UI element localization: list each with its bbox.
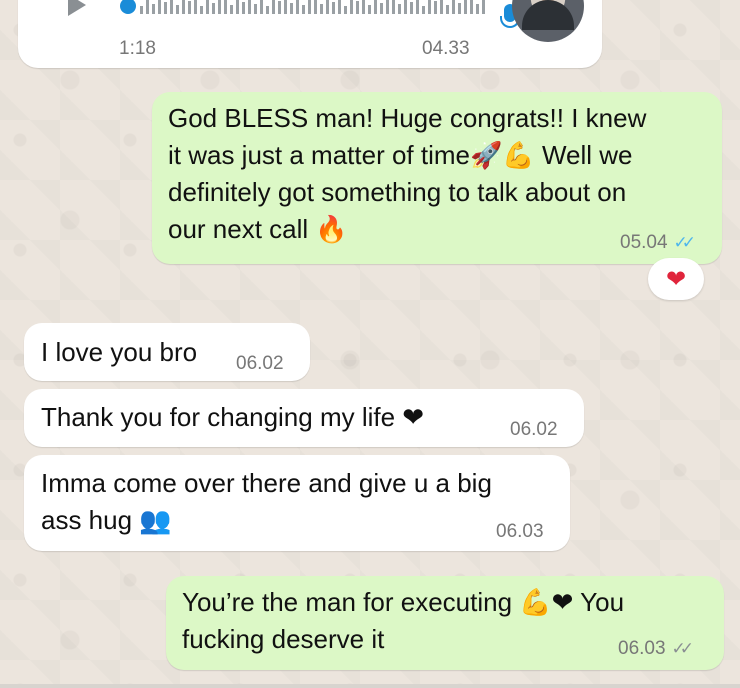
- message-timestamp: 06.03: [496, 521, 544, 542]
- incoming-message[interactable]: Thank you for changing my life ❤ 06.02: [24, 389, 584, 447]
- play-icon[interactable]: [68, 0, 86, 16]
- message-line: it was just a matter of time🚀💪 Well we: [168, 140, 633, 170]
- incoming-message[interactable]: I love you bro 06.02: [24, 323, 310, 381]
- voice-timestamp: 04.33: [422, 38, 470, 59]
- heart-reaction[interactable]: ❤: [648, 258, 704, 300]
- message-text: God BLESS man! Huge congrats!! I knew it…: [168, 100, 708, 248]
- message-timestamp: 06.02: [510, 419, 558, 440]
- voice-duration: 1:18: [119, 38, 156, 59]
- message-timestamp: 06.02: [236, 353, 284, 374]
- message-timestamp: 06.03 ✓✓: [618, 638, 694, 660]
- outgoing-message[interactable]: You’re the man for executing 💪❤ You fuck…: [166, 576, 724, 670]
- message-text: I love you bro: [41, 337, 198, 367]
- waveform[interactable]: [140, 0, 490, 16]
- avatar-body: [522, 0, 574, 30]
- message-text: Imma come over there and give u a big as…: [41, 465, 561, 539]
- heart-icon: ❤: [665, 265, 687, 293]
- incoming-message[interactable]: Imma come over there and give u a big as…: [24, 455, 570, 551]
- outgoing-message[interactable]: God BLESS man! Huge congrats!! I knew it…: [152, 92, 722, 264]
- message-line: You’re the man for executing 💪❤ You: [182, 587, 625, 617]
- delivered-receipt-icon: ✓✓: [671, 639, 694, 658]
- message-line: ass hug 👥: [41, 505, 172, 535]
- seek-knob-icon[interactable]: [120, 0, 136, 14]
- message-line: God BLESS man! Huge congrats!! I knew: [168, 103, 647, 133]
- message-line: Imma come over there and give u a big: [41, 468, 492, 498]
- message-line: definitely got something to talk about o…: [168, 177, 627, 207]
- message-text: Thank you for changing my life ❤: [41, 402, 425, 432]
- message-timestamp: 05.04 ✓✓: [620, 232, 696, 254]
- timestamp-text: 06.03: [618, 638, 666, 659]
- input-bar-edge: [0, 684, 740, 688]
- timestamp-text: 05.04: [620, 232, 668, 253]
- read-receipt-icon: ✓✓: [673, 233, 696, 252]
